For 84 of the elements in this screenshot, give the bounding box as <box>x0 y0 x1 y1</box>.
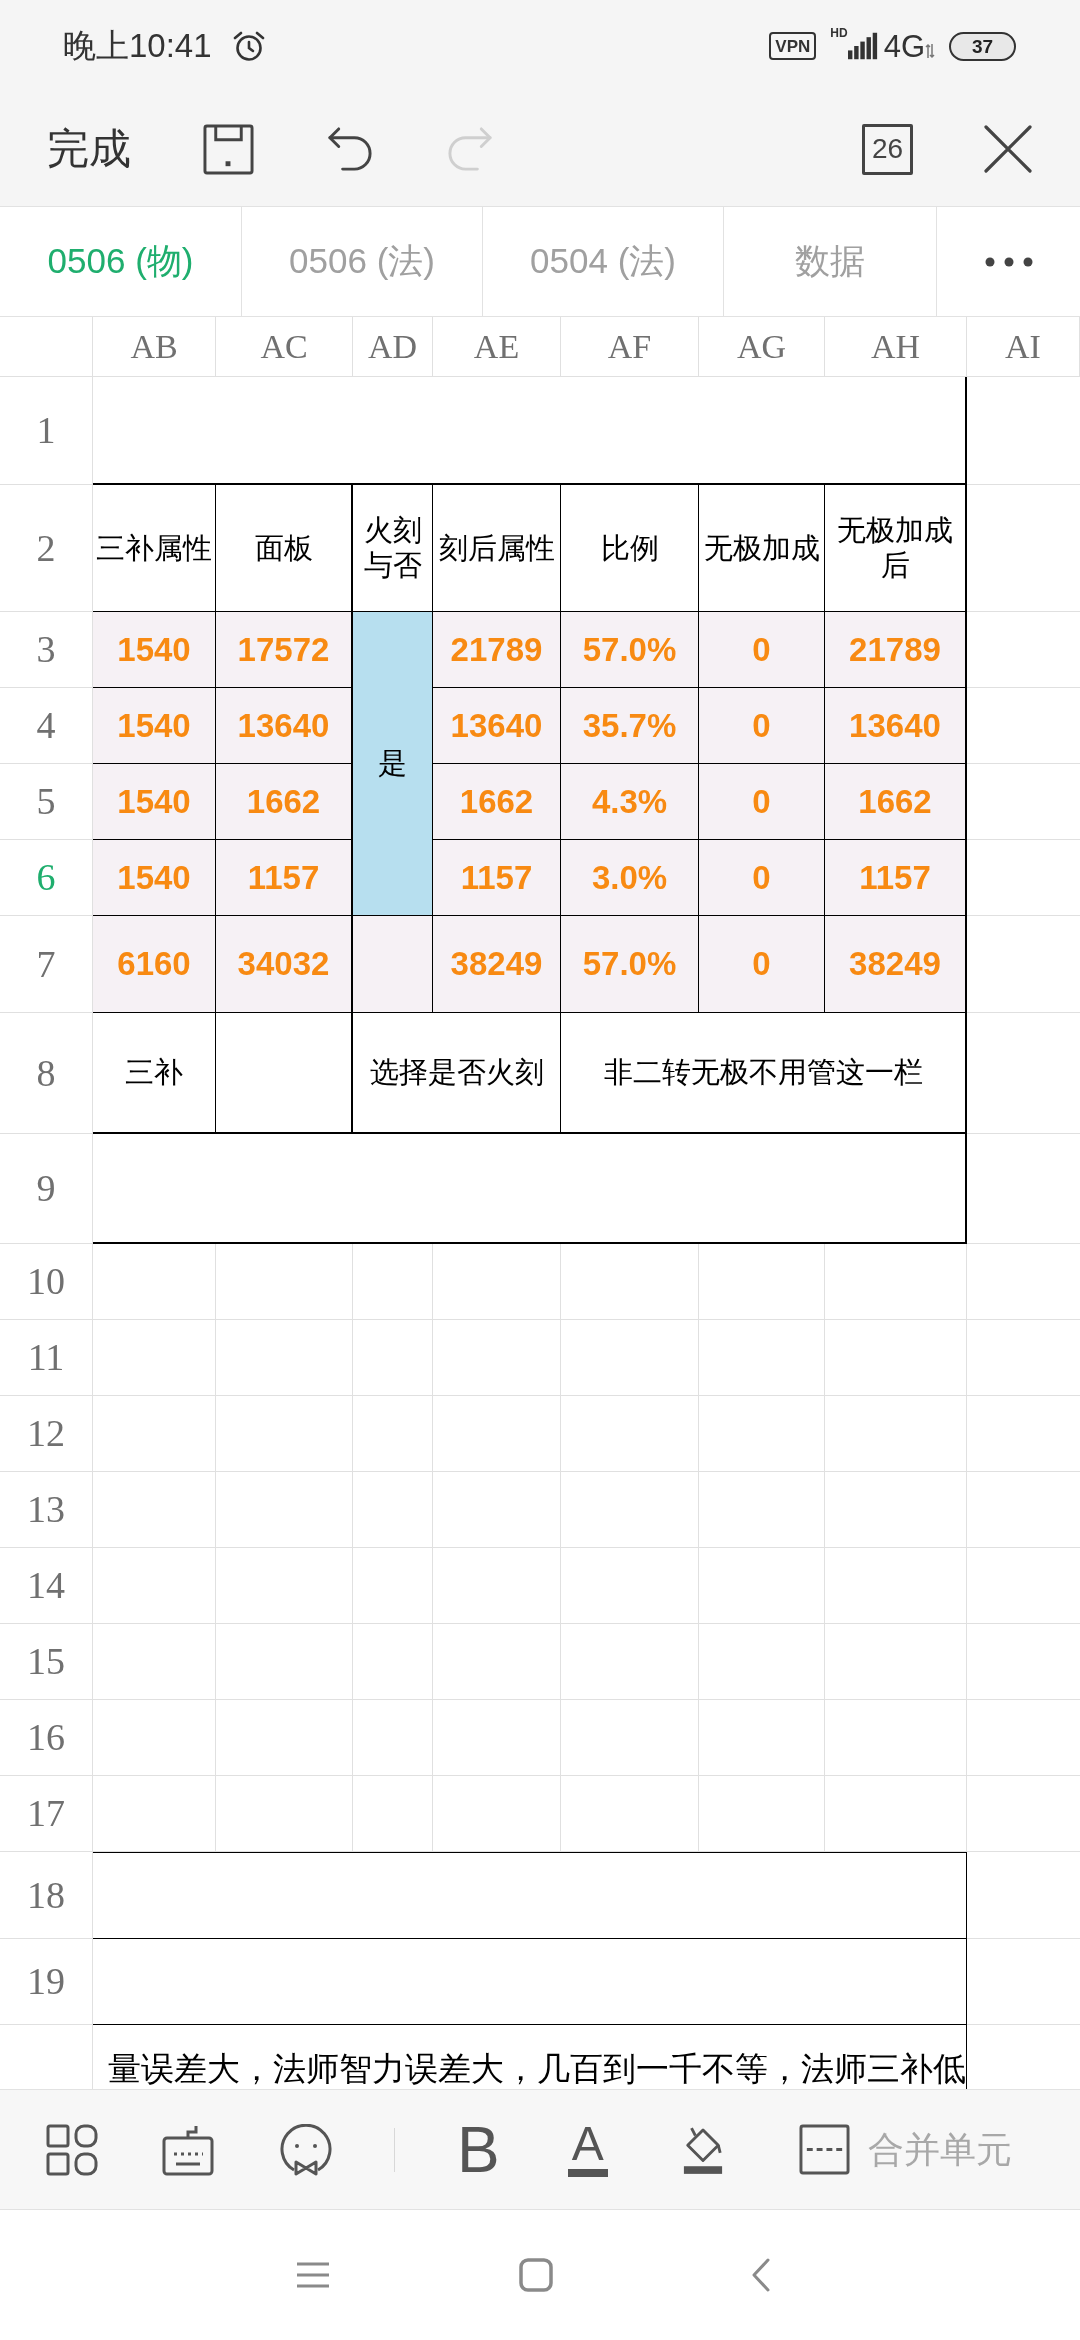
table-cell: 38249 <box>825 916 967 1013</box>
column-header[interactable]: AE <box>433 317 561 377</box>
row-header[interactable]: 10 <box>0 1244 93 1320</box>
row-header[interactable]: 15 <box>0 1624 93 1700</box>
data-arrows-icon <box>925 43 935 59</box>
table-cell: 1662 <box>216 764 353 840</box>
table-cell: 13640 <box>433 688 561 764</box>
table-cell: 17572 <box>216 612 353 688</box>
row-header[interactable]: 18 <box>0 1852 93 1939</box>
save-icon[interactable] <box>203 123 254 175</box>
table-cell: 非二转无极不用管这一栏 <box>561 1013 967 1134</box>
table-cell: 21789 <box>825 612 967 688</box>
table-cell: 38249 <box>433 916 561 1013</box>
table-cell: 21789 <box>433 612 561 688</box>
row-header[interactable]: 11 <box>0 1320 93 1396</box>
table-cell: 4.3% <box>561 764 699 840</box>
column-header[interactable]: AB <box>93 317 216 377</box>
close-icon[interactable] <box>983 124 1033 174</box>
back-icon[interactable] <box>751 2258 771 2292</box>
table-cell: 0 <box>699 612 825 688</box>
undo-icon[interactable] <box>325 124 374 174</box>
table-cell: 1662 <box>825 764 967 840</box>
menu-icon[interactable] <box>297 2262 329 2288</box>
sheet-count-button[interactable]: 26 <box>862 123 913 175</box>
column-header[interactable]: AC <box>216 317 353 377</box>
grid-icon[interactable] <box>46 2123 98 2176</box>
battery-indicator: 37 <box>949 31 1016 61</box>
table-cell: 6160 <box>93 916 216 1013</box>
table-cell: 34032 <box>216 916 353 1013</box>
hd-label: HD <box>830 26 848 39</box>
table-cell: 1662 <box>433 764 561 840</box>
column-header[interactable]: AH <box>825 317 967 377</box>
table-cell: 13640 <box>825 688 967 764</box>
table-cell: 13640 <box>216 688 353 764</box>
table-cell: 0 <box>699 840 825 916</box>
row-header[interactable]: 16 <box>0 1700 93 1776</box>
table-cell: 1157 <box>216 840 353 916</box>
done-button[interactable]: 完成 <box>47 128 131 170</box>
border-icon[interactable] <box>798 2124 850 2175</box>
bold-button[interactable]: B <box>457 2117 500 2182</box>
row-header[interactable]: 9 <box>0 1134 93 1244</box>
sheet-tab[interactable]: 0506 (法) <box>242 207 483 316</box>
row-header[interactable]: 2 <box>0 485 93 612</box>
table-cell: 0 <box>699 916 825 1013</box>
column-header[interactable]: AG <box>699 317 825 377</box>
table-cell: 0 <box>699 764 825 840</box>
more-icon <box>984 256 1033 267</box>
row-header[interactable]: 1 <box>0 377 93 485</box>
sheet-tab[interactable]: 0506 (物) <box>0 207 242 316</box>
home-icon[interactable] <box>519 2258 553 2292</box>
table-cell: 选择是否火刻 <box>353 1013 561 1134</box>
table-cell: 35.7% <box>561 688 699 764</box>
vpn-indicator: VPN <box>769 32 817 60</box>
status-time: 晚上10:41 <box>63 26 212 67</box>
network-type: 4G <box>883 30 925 62</box>
column-header[interactable]: AI <box>967 317 1080 377</box>
table-cell: 1157 <box>825 840 967 916</box>
column-header[interactable]: AD <box>353 317 433 377</box>
emoji-face-icon[interactable] <box>280 2123 332 2176</box>
table-cell: 1540 <box>93 612 216 688</box>
table-cell: 是 <box>353 612 433 916</box>
row-header[interactable]: 14 <box>0 1548 93 1624</box>
row-header[interactable]: 13 <box>0 1472 93 1548</box>
alarm-icon <box>231 29 266 63</box>
table-cell: 0 <box>699 688 825 764</box>
keyboard-icon[interactable] <box>162 2123 214 2176</box>
table-cell: 57.0% <box>561 612 699 688</box>
table-cell: 1540 <box>93 688 216 764</box>
table-cell: 1540 <box>93 840 216 916</box>
table-cell: 1540 <box>93 764 216 840</box>
sheet-tab[interactable]: 0504 (法) <box>483 207 724 316</box>
table-cell: 1157 <box>433 840 561 916</box>
row-header[interactable]: 12 <box>0 1396 93 1472</box>
column-header[interactable]: AF <box>561 317 699 377</box>
sheet-tab[interactable]: 数据 <box>724 207 937 316</box>
table-cell: 3.0% <box>561 840 699 916</box>
row-header[interactable]: 19 <box>0 1939 93 2025</box>
table-cell: 三补 <box>93 1013 216 1134</box>
font-color-button[interactable]: A <box>567 2121 608 2178</box>
row-header[interactable]: 8 <box>0 1013 93 1134</box>
row-header[interactable]: 17 <box>0 1776 93 1852</box>
table-cell: 57.0% <box>561 916 699 1013</box>
color-bar-icon <box>567 2169 608 2178</box>
signal-icon <box>847 32 878 60</box>
